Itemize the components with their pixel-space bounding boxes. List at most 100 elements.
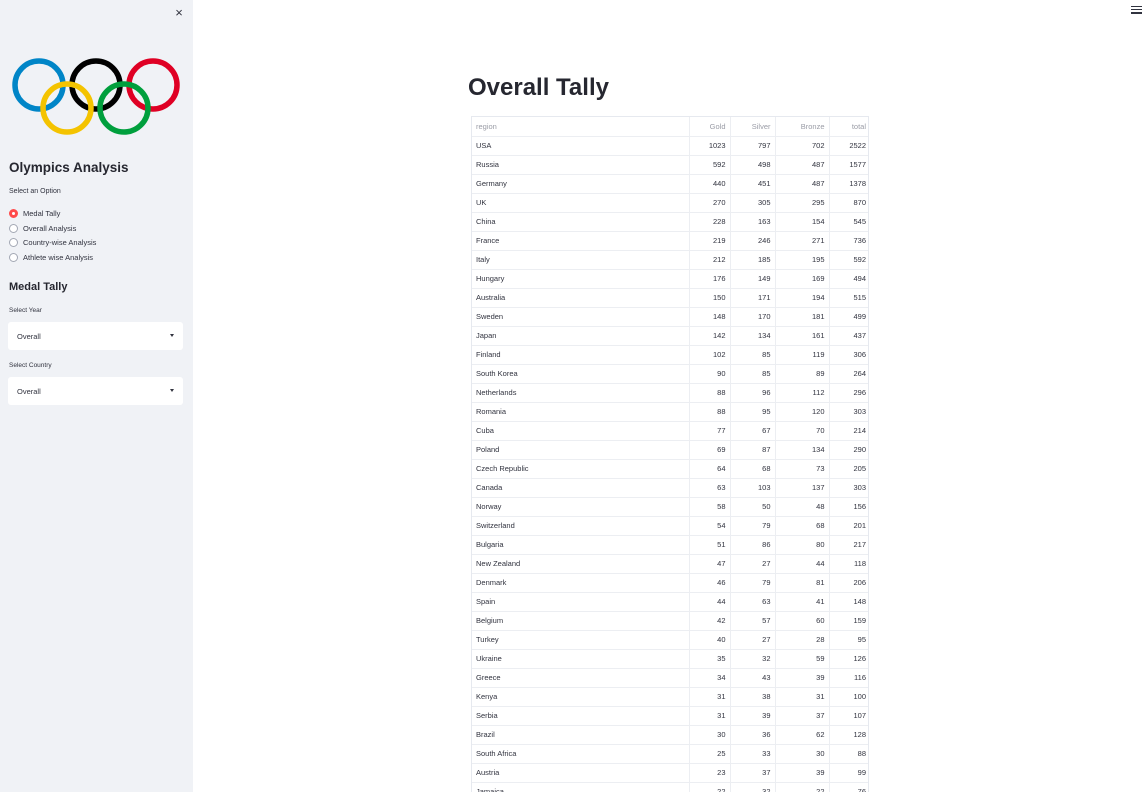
- table-cell[interactable]: 303: [829, 402, 868, 422]
- table-cell[interactable]: 154: [775, 212, 830, 232]
- table-cell[interactable]: 44: [689, 592, 731, 612]
- table-cell[interactable]: Turkey: [472, 630, 690, 650]
- table-cell[interactable]: 116: [829, 668, 868, 688]
- table-cell[interactable]: 264: [829, 364, 868, 384]
- table-cell[interactable]: Germany: [472, 174, 690, 194]
- table-cell[interactable]: 76: [829, 782, 868, 792]
- table-cell[interactable]: 181: [775, 307, 830, 327]
- table-cell[interactable]: 870: [829, 193, 868, 213]
- table-cell[interactable]: China: [472, 212, 690, 232]
- table-cell[interactable]: 494: [829, 269, 868, 289]
- table-cell[interactable]: 30: [775, 744, 830, 764]
- table-cell[interactable]: 185: [730, 250, 776, 270]
- table-cell[interactable]: Austria: [472, 763, 690, 783]
- table-cell[interactable]: 306: [829, 345, 868, 365]
- table-cell[interactable]: 54: [689, 516, 731, 536]
- table-cell[interactable]: 137: [775, 478, 830, 498]
- table-cell[interactable]: 68: [775, 516, 830, 536]
- table-cell[interactable]: 67: [730, 421, 776, 441]
- table-cell[interactable]: 102: [689, 345, 731, 365]
- table-cell[interactable]: 77: [689, 421, 731, 441]
- table-cell[interactable]: 27: [730, 554, 776, 574]
- table-cell[interactable]: 37: [730, 763, 776, 783]
- table-cell[interactable]: 69: [689, 440, 731, 460]
- table-cell[interactable]: 437: [829, 326, 868, 346]
- table-cell[interactable]: Spain: [472, 592, 690, 612]
- table-cell[interactable]: 797: [730, 136, 776, 156]
- table-cell[interactable]: 161: [775, 326, 830, 346]
- table-cell[interactable]: 40: [689, 630, 731, 650]
- table-cell[interactable]: 80: [775, 535, 830, 555]
- table-cell[interactable]: 103: [730, 478, 776, 498]
- table-cell[interactable]: 89: [775, 364, 830, 384]
- table-cell[interactable]: South Africa: [472, 744, 690, 764]
- table-cell[interactable]: 150: [689, 288, 731, 308]
- table-cell[interactable]: 23: [689, 763, 731, 783]
- table-cell[interactable]: 57: [730, 611, 776, 631]
- table-cell[interactable]: 38: [730, 687, 776, 707]
- year-select[interactable]: Overall: [8, 322, 183, 350]
- table-cell[interactable]: 228: [689, 212, 731, 232]
- table-cell[interactable]: Sweden: [472, 307, 690, 327]
- table-cell[interactable]: 206: [829, 573, 868, 593]
- table-cell[interactable]: 2522: [829, 136, 868, 156]
- table-cell[interactable]: 44: [775, 554, 830, 574]
- table-cell[interactable]: 60: [775, 611, 830, 631]
- table-cell[interactable]: 42: [689, 611, 731, 631]
- table-cell[interactable]: 142: [689, 326, 731, 346]
- table-cell[interactable]: 270: [689, 193, 731, 213]
- table-cell[interactable]: 195: [775, 250, 830, 270]
- table-cell[interactable]: 35: [689, 649, 731, 669]
- table-cell[interactable]: 73: [775, 459, 830, 479]
- table-cell[interactable]: 88: [829, 744, 868, 764]
- table-cell[interactable]: 119: [775, 345, 830, 365]
- table-cell[interactable]: Russia: [472, 155, 690, 175]
- medal-tally-table[interactable]: region Gold Silver Bronze total USA 1023 7…: [471, 116, 869, 792]
- table-cell[interactable]: 128: [829, 725, 868, 745]
- table-cell[interactable]: 64: [689, 459, 731, 479]
- table-cell[interactable]: 36: [730, 725, 776, 745]
- table-cell[interactable]: 32: [730, 649, 776, 669]
- table-cell[interactable]: 545: [829, 212, 868, 232]
- table-cell[interactable]: 170: [730, 307, 776, 327]
- table-cell[interactable]: 47: [689, 554, 731, 574]
- table-cell[interactable]: Bulgaria: [472, 535, 690, 555]
- table-cell[interactable]: 63: [689, 478, 731, 498]
- table-cell[interactable]: 515: [829, 288, 868, 308]
- table-cell[interactable]: 86: [730, 535, 776, 555]
- table-cell[interactable]: 702: [775, 136, 830, 156]
- table-cell[interactable]: 58: [689, 497, 731, 517]
- table-cell[interactable]: 214: [829, 421, 868, 441]
- table-cell[interactable]: 34: [689, 668, 731, 688]
- table-cell[interactable]: 126: [829, 649, 868, 669]
- table-cell[interactable]: 50: [730, 497, 776, 517]
- table-cell[interactable]: 271: [775, 231, 830, 251]
- table-cell[interactable]: 88: [689, 383, 731, 403]
- table-cell[interactable]: Brazil: [472, 725, 690, 745]
- table-cell[interactable]: Japan: [472, 326, 690, 346]
- table-cell[interactable]: 27: [730, 630, 776, 650]
- table-cell[interactable]: USA: [472, 136, 690, 156]
- table-cell[interactable]: Cuba: [472, 421, 690, 441]
- table-cell[interactable]: 290: [829, 440, 868, 460]
- table-cell[interactable]: 592: [689, 155, 731, 175]
- table-cell[interactable]: 205: [829, 459, 868, 479]
- table-cell[interactable]: 296: [829, 383, 868, 403]
- table-cell[interactable]: 156: [829, 497, 868, 517]
- radio-dot[interactable]: [9, 208, 18, 218]
- table-cell[interactable]: 39: [730, 706, 776, 726]
- table-cell[interactable]: 46: [689, 573, 731, 593]
- table-cell[interactable]: Netherlands: [472, 383, 690, 403]
- table-cell[interactable]: 25: [689, 744, 731, 764]
- column-header-region[interactable]: region: [472, 117, 690, 137]
- table-cell[interactable]: 37: [775, 706, 830, 726]
- table-cell[interactable]: 487: [775, 174, 830, 194]
- table-cell[interactable]: Serbia: [472, 706, 690, 726]
- table-cell[interactable]: South Korea: [472, 364, 690, 384]
- close-icon[interactable]: ×: [172, 6, 186, 20]
- table-cell[interactable]: 219: [689, 231, 731, 251]
- table-cell[interactable]: Hungary: [472, 269, 690, 289]
- table-cell[interactable]: 32: [730, 782, 776, 792]
- table-cell[interactable]: Switzerland: [472, 516, 690, 536]
- table-cell[interactable]: 217: [829, 535, 868, 555]
